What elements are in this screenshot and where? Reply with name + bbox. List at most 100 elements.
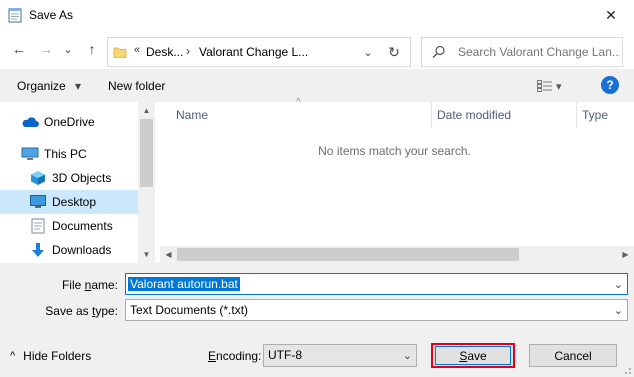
resize-grip-icon[interactable] (622, 365, 632, 375)
save-button-face[interactable]: Save (435, 346, 511, 365)
file-name-label: File name: (10, 278, 118, 292)
sidebar-item-downloads[interactable]: Downloads (0, 238, 138, 262)
sidebar-item-onedrive[interactable]: OneDrive (0, 110, 138, 134)
file-list[interactable]: ^ Name Date modified Type No items match… (155, 97, 634, 263)
change-view-button[interactable]: ▾ (537, 77, 573, 95)
refresh-icon: ↻ (388, 43, 400, 60)
sidebar-item-desktop[interactable]: Desktop (0, 190, 138, 214)
title-bar: Save As ✕ (0, 0, 634, 31)
encoding-value: UTF-8 (268, 348, 302, 362)
sidebar-item-label: This PC (44, 147, 87, 161)
sidebar-item-label: Desktop (52, 195, 97, 209)
column-header-date-modified[interactable]: Date modified (437, 108, 511, 122)
up-button[interactable]: ↑ (83, 40, 101, 58)
back-button[interactable]: ← (10, 40, 28, 58)
organize-menu-button[interactable]: Organize ▾ (17, 79, 81, 93)
address-dropdown-button[interactable]: ⌄ (358, 43, 378, 61)
horizontal-scrollbar[interactable]: ◀ ▶ (160, 246, 634, 263)
column-header-type[interactable]: Type (582, 108, 608, 122)
access-key: E (208, 349, 217, 363)
search-icon (432, 45, 445, 58)
empty-folder-message: No items match your search. (318, 144, 471, 158)
scrollbar-thumb[interactable] (140, 119, 153, 187)
scroll-left-icon: ◀ (165, 250, 172, 259)
chevron-down-icon: ⌄ (402, 350, 412, 362)
save-as-type-label: Save as type: (10, 304, 118, 318)
column-divider[interactable] (431, 102, 432, 128)
forward-arrow-icon: → (39, 41, 53, 57)
chevron-down-icon[interactable]: ⌄ (614, 278, 623, 291)
label-text: ame: (91, 278, 118, 292)
new-folder-label: New folder (108, 79, 166, 93)
command-toolbar: Organize ▾ New folder ▾ ? (0, 69, 634, 102)
chevron-down-icon: ⌄ (613, 305, 623, 317)
encoding-label: Encoding: (208, 349, 261, 363)
desktop-icon (30, 195, 46, 208)
view-details-icon (537, 80, 552, 92)
recent-locations-button[interactable]: ⌄ (61, 40, 75, 58)
sidebar-item-label: OneDrive (44, 115, 95, 129)
scroll-up-button[interactable]: ▲ (138, 102, 155, 119)
window-title: Save As (29, 8, 74, 22)
new-folder-button[interactable]: New folder (108, 79, 165, 93)
chevron-down-icon: ⌄ (63, 43, 73, 56)
sidebar-item-label: 3D Objects (52, 171, 112, 185)
help-button[interactable]: ? (601, 76, 619, 94)
computer-icon (21, 147, 39, 160)
notepad-document-icon (8, 8, 22, 23)
column-divider[interactable] (576, 102, 577, 128)
onedrive-cloud-icon (22, 117, 39, 127)
sidebar-item-label: Downloads (52, 243, 112, 257)
chevron-down-icon: ⌄ (363, 46, 373, 59)
hide-folders-toggle[interactable]: ^ Hide Folders (10, 349, 91, 363)
access-key: S (459, 348, 468, 363)
sort-ascending-icon: ^ (296, 97, 301, 108)
close-icon: ✕ (605, 7, 617, 23)
navigation-pane: OneDrive This PC 3D Objects Desktop Docu… (0, 102, 155, 263)
hide-folders-label: Hide Folders (23, 349, 92, 363)
sidebar-item-this-pc[interactable]: This PC (0, 142, 138, 166)
scroll-right-button[interactable]: ▶ (617, 246, 634, 263)
save-label: ave (467, 348, 487, 363)
file-name-input[interactable]: Valorant autorun.bat (128, 277, 240, 291)
save-form: File name: Valorant autorun.bat ⌄ Save a… (0, 263, 634, 377)
back-arrow-icon: ← (12, 41, 26, 57)
download-arrow-icon (32, 243, 44, 257)
sidebar-item-label: Documents (52, 219, 113, 233)
dropdown-arrow-icon: ▾ (556, 80, 562, 93)
up-arrow-icon: ↑ (88, 41, 96, 57)
forward-button[interactable]: → (37, 40, 55, 58)
column-header-name[interactable]: Name (176, 108, 208, 122)
close-button[interactable]: ✕ (588, 0, 634, 31)
save-button[interactable]: Save (431, 343, 515, 368)
help-icon: ? (606, 78, 614, 92)
breadcrumb-separator-icon[interactable]: › (186, 44, 190, 58)
label-text: Save as (45, 304, 92, 318)
save-as-type-select[interactable]: Text Documents (*.txt) ⌄ (125, 299, 628, 321)
scroll-up-icon: ▲ (142, 106, 151, 115)
search-box[interactable] (421, 37, 623, 67)
file-name-combobox[interactable]: Valorant autorun.bat ⌄ (125, 273, 628, 295)
scrollbar-thumb[interactable] (177, 248, 519, 261)
label-text: File (61, 278, 85, 292)
scroll-left-button[interactable]: ◀ (160, 246, 177, 263)
encoding-select[interactable]: UTF-8 ⌄ (263, 344, 417, 367)
scroll-down-icon: ▼ (142, 250, 151, 259)
address-overflow-chevron[interactable]: « (134, 44, 140, 56)
refresh-button[interactable]: ↻ (383, 43, 405, 61)
cancel-button[interactable]: Cancel (529, 344, 617, 367)
search-input[interactable] (458, 44, 620, 60)
label-text: ype: (95, 304, 118, 318)
address-bar[interactable]: « Desk... › Valorant Change L... ⌄ ↻ (107, 37, 411, 67)
collapse-chevron-icon: ^ (10, 350, 16, 362)
sidebar-item-3d-objects[interactable]: 3D Objects (0, 166, 138, 190)
cancel-label: Cancel (554, 348, 592, 363)
scroll-down-button[interactable]: ▼ (138, 246, 155, 263)
dropdown-arrow-icon: ▾ (75, 79, 82, 93)
label-text: ncoding: (216, 349, 262, 363)
breadcrumb-desktop[interactable]: Desk... (146, 45, 183, 59)
sidebar-scrollbar[interactable]: ▲ ▼ (138, 102, 155, 263)
navigation-bar: ← → ⌄ ↑ « Desk... › Valorant Change L...… (0, 31, 634, 69)
breadcrumb-current-folder[interactable]: Valorant Change L... (199, 45, 308, 59)
sidebar-item-documents[interactable]: Documents (0, 214, 138, 238)
